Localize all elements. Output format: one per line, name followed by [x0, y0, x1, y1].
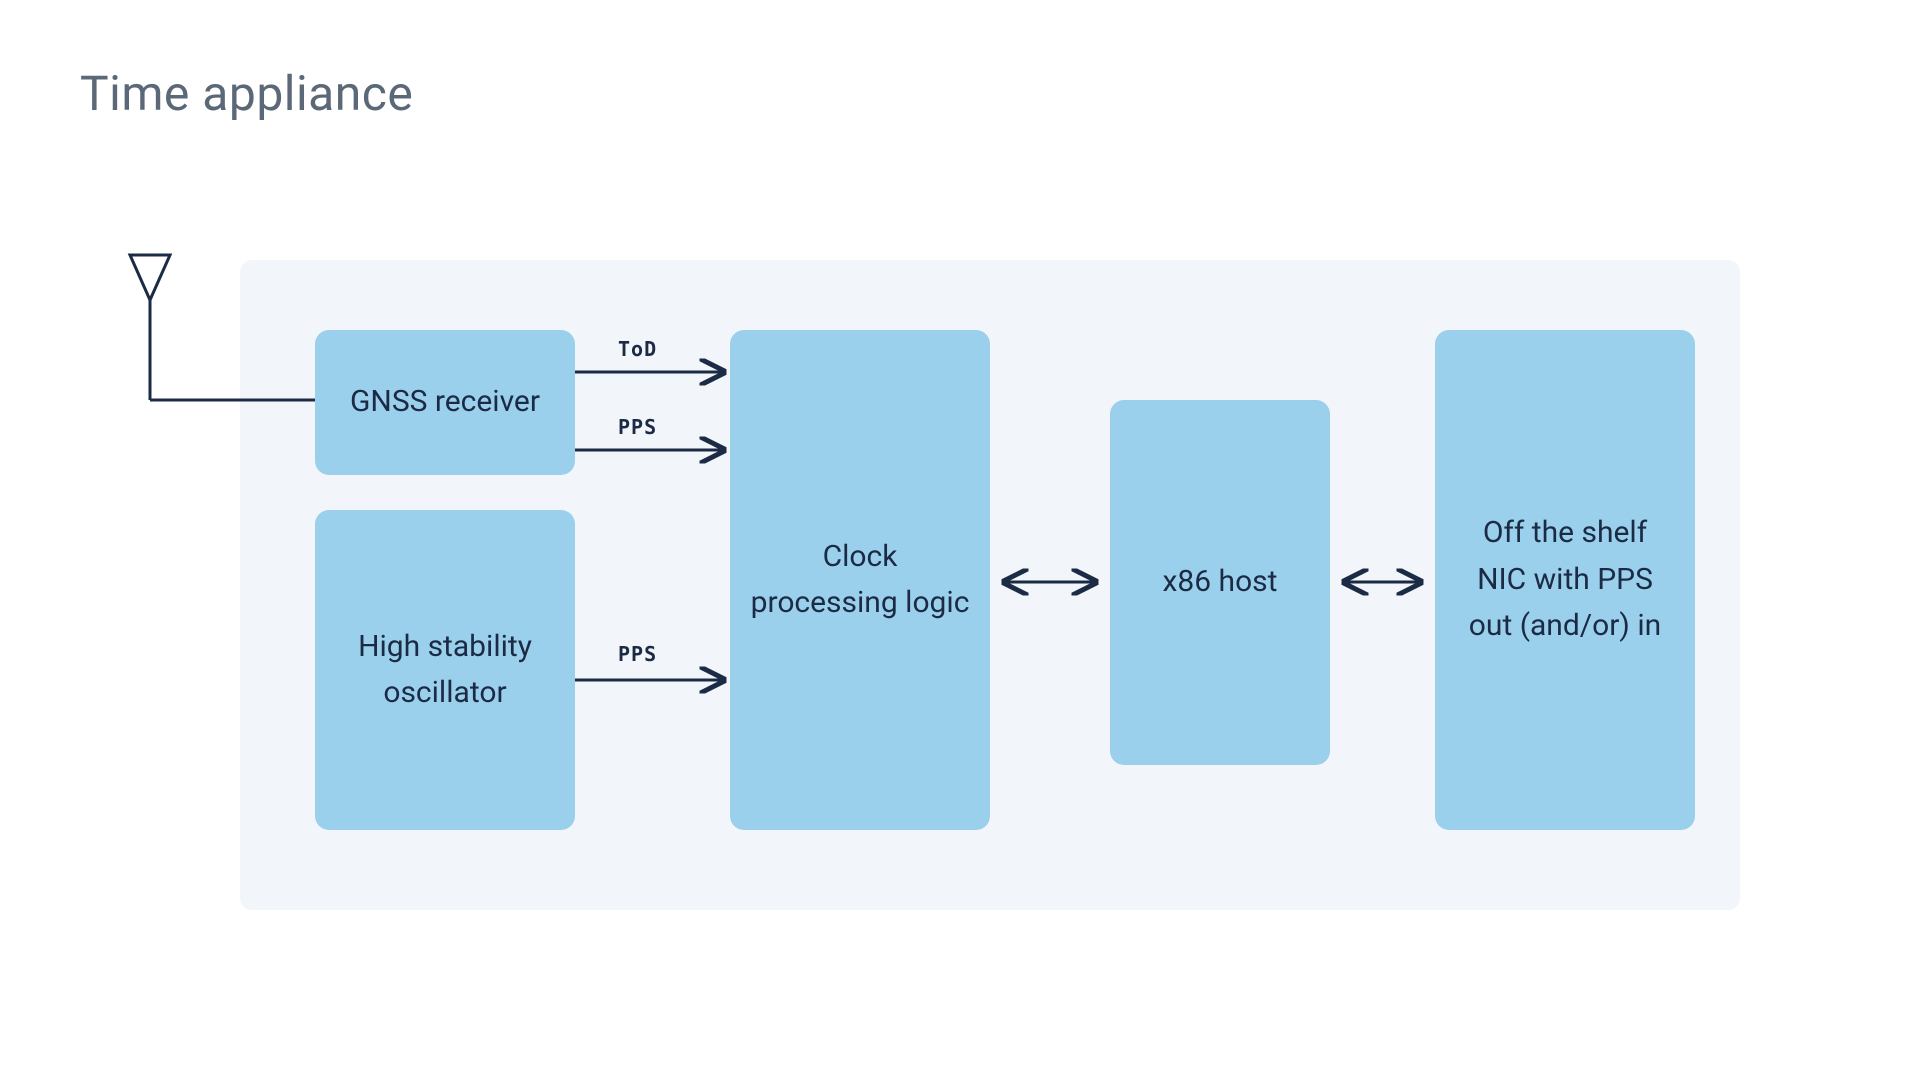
- arrow-label-pps-osc: PPS: [618, 642, 657, 666]
- block-high-stability-oscillator: High stability oscillator: [315, 510, 575, 830]
- diagram-container: GNSS receiver High stability oscillator …: [240, 260, 1740, 910]
- diagram-title: Time appliance: [80, 65, 413, 122]
- arrow-label-pps-gnss: PPS: [618, 415, 657, 439]
- block-x86-host: x86 host: [1110, 400, 1330, 765]
- block-clock-processing-logic: Clock processing logic: [730, 330, 990, 830]
- arrow-label-tod: ToD: [618, 337, 657, 361]
- block-nic: Off the shelf NIC with PPS out (and/or) …: [1435, 330, 1695, 830]
- block-gnss-receiver: GNSS receiver: [315, 330, 575, 475]
